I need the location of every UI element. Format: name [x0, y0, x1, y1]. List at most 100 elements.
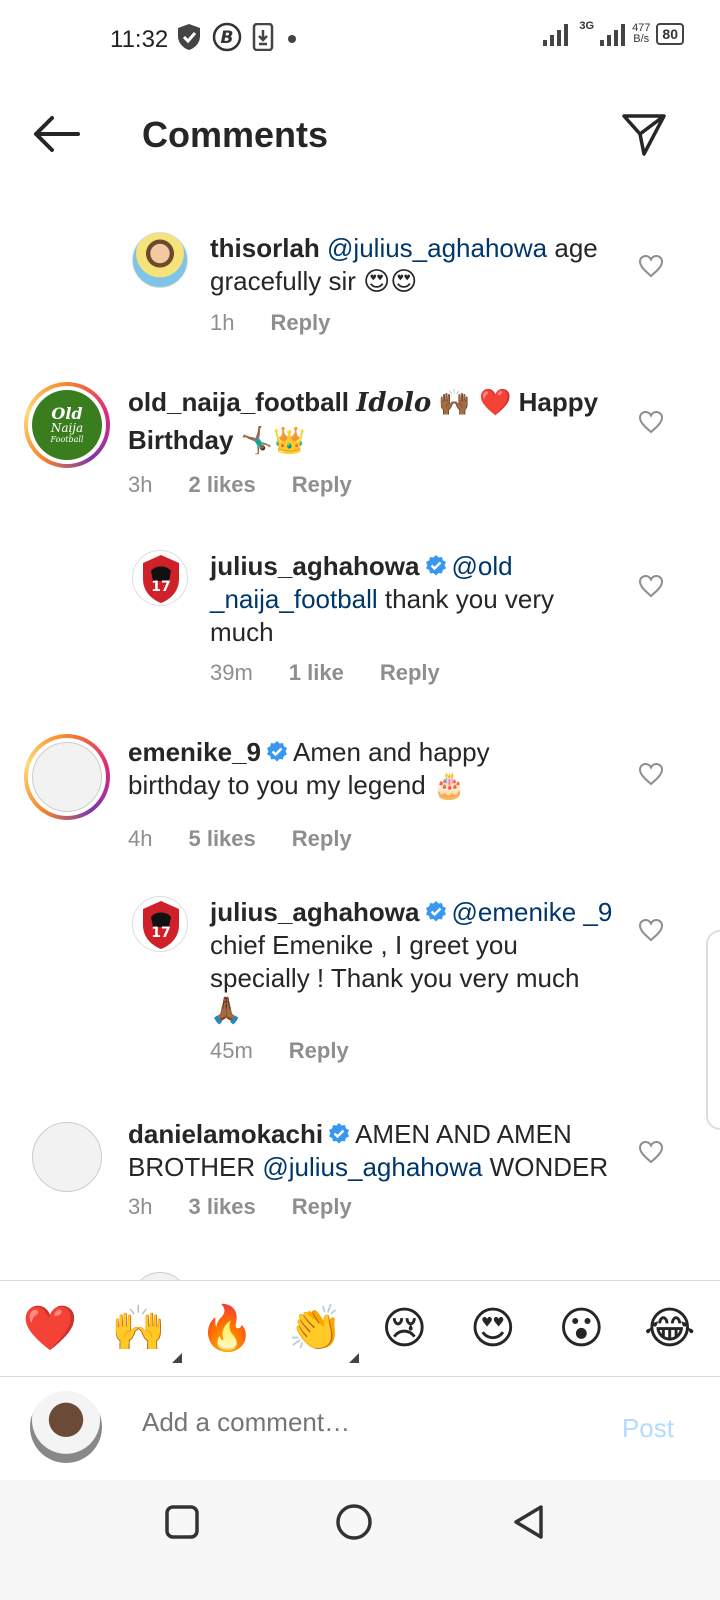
comment-username[interactable]: julius_aghahowa — [210, 551, 420, 581]
comment-text-post: WONDER — [482, 1152, 609, 1182]
reply-button[interactable]: Reply — [292, 1194, 352, 1220]
comment-meta: 45m Reply — [210, 1038, 349, 1064]
send-direct-icon[interactable] — [620, 110, 668, 158]
reaction-heart[interactable]: ❤️ — [15, 1301, 85, 1357]
comment-emoji: 🎂 — [432, 771, 466, 801]
likes-count[interactable]: 1 like — [289, 660, 344, 686]
avatar-partial[interactable] — [132, 1272, 188, 1280]
avatar-number: 17 — [151, 925, 170, 941]
skin-tone-triangle-icon — [171, 1352, 182, 1363]
comment-time: 45m — [210, 1038, 253, 1063]
comment-mention[interactable]: @julius_aghahowa — [262, 1152, 482, 1182]
reaction-clapping-glyph: 👏 — [288, 1302, 344, 1354]
comment-username[interactable]: danielamokachi — [128, 1119, 323, 1149]
comment-body: old_naija_football Idolo 🙌🏾 ❤️ Happy Bir… — [128, 384, 618, 460]
post-button[interactable]: Post — [622, 1413, 674, 1444]
status-time: 11:32 — [110, 26, 169, 53]
reply-button[interactable]: Reply — [292, 826, 352, 852]
comment-emoji: 😍😍 — [363, 267, 418, 297]
status-right: 3G 477 B/s 80 — [543, 20, 684, 46]
comments-list[interactable]: thisorlah @julius_aghahowa age gracefull… — [0, 220, 720, 1280]
page-title: Comments — [142, 114, 329, 155]
my-avatar[interactable] — [30, 1391, 102, 1463]
reaction-raising-hands[interactable]: 🙌 — [104, 1301, 182, 1363]
comment-emoji: 🙌🏾 ❤️ — [438, 388, 512, 418]
comment-meta: 3h 3 likes Reply — [128, 1194, 352, 1220]
avatar-logo-text-2: Naija — [50, 420, 84, 435]
skin-tone-triangle-icon — [348, 1352, 359, 1363]
verified-badge-icon — [266, 741, 287, 762]
comment-meta: 4h 5 likes Reply — [128, 826, 352, 852]
like-heart-icon[interactable] — [638, 410, 664, 434]
verified-badge-icon — [329, 1123, 350, 1144]
avatar[interactable]: 17 — [132, 896, 188, 952]
like-heart-icon[interactable] — [638, 918, 664, 942]
comment-emoji: 🙏🏾 — [210, 996, 243, 1026]
recents-square-icon[interactable] — [162, 1502, 202, 1542]
reaction-crying[interactable]: 😢 — [369, 1301, 439, 1357]
add-comment-bar: Post — [0, 1376, 720, 1480]
comment-body: emenike_9 Amen and happy birthday to you … — [128, 736, 548, 803]
header: Comments — [0, 96, 720, 176]
reaction-surprised[interactable]: 😮 — [546, 1301, 616, 1357]
network-speed: 477 B/s — [632, 23, 650, 45]
network-speed-unit: B/s — [633, 33, 650, 45]
signal-icon-2 — [600, 24, 626, 46]
back-arrow-icon[interactable] — [30, 112, 82, 156]
comment-text-italic: Idolo — [356, 388, 432, 418]
avatar[interactable] — [132, 232, 188, 288]
reply-button[interactable]: Reply — [270, 310, 330, 336]
quick-reactions-bar: ❤️ 🙌 🔥 👏 😢 😍 😮 😂 — [0, 1280, 720, 1376]
comment-input[interactable] — [142, 1407, 582, 1438]
comment-meta: 1h Reply — [210, 310, 330, 336]
comment-username[interactable]: thisorlah — [210, 233, 320, 263]
comment-time: 4h — [128, 826, 153, 851]
home-circle-icon[interactable] — [334, 1502, 374, 1542]
like-heart-icon[interactable] — [638, 574, 664, 598]
like-heart-icon[interactable] — [638, 762, 664, 786]
likes-count[interactable]: 2 likes — [188, 472, 255, 498]
like-heart-icon[interactable] — [638, 254, 664, 278]
likes-count[interactable]: 5 likes — [188, 826, 255, 852]
signal-icon — [543, 24, 569, 46]
avatar-logo-text-3: Football — [50, 434, 84, 444]
avatar-number: 17 — [151, 579, 170, 595]
avatar — [32, 742, 102, 812]
comment-username[interactable]: julius_aghahowa — [210, 897, 420, 927]
reaction-laughing[interactable]: 😂 — [635, 1301, 705, 1357]
reply-button[interactable]: Reply — [380, 660, 440, 686]
story-ring[interactable] — [24, 734, 110, 820]
avatar[interactable]: 17 — [132, 550, 188, 606]
avatar[interactable] — [32, 1122, 102, 1192]
back-triangle-icon[interactable] — [508, 1502, 548, 1542]
comment-mention[interactable]: @emenike _9 — [452, 897, 613, 927]
story-ring[interactable]: Old Naija Football — [24, 382, 110, 468]
dot-icon — [288, 35, 296, 43]
verified-badge-icon — [425, 901, 446, 922]
status-bar: 11:32 B 3G 477 B/s 80 — [0, 0, 720, 80]
comment-body: danielamokachi AMEN AND AMEN BROTHER @jul… — [128, 1118, 618, 1184]
comment-meta: 3h 2 likes Reply — [128, 472, 352, 498]
comment-meta: 39m 1 like Reply — [210, 660, 440, 686]
side-scroll-handle[interactable] — [706, 930, 720, 1130]
comment-time: 39m — [210, 660, 253, 685]
comment-time: 3h — [128, 1194, 153, 1219]
like-heart-icon[interactable] — [638, 1140, 664, 1164]
reaction-clapping[interactable]: 👏 — [281, 1301, 359, 1363]
comment-time: 1h — [210, 310, 235, 335]
comment-body: thisorlah @julius_aghahowa age gracefull… — [210, 232, 620, 299]
comment-username[interactable]: old_naija_football — [128, 387, 349, 417]
reaction-heart-eyes[interactable]: 😍 — [458, 1301, 528, 1357]
reaction-raising-hands-glyph: 🙌 — [111, 1302, 167, 1354]
reply-button[interactable]: Reply — [289, 1038, 349, 1064]
shield-logo-icon: 17 — [143, 555, 179, 603]
likes-count[interactable]: 3 likes — [188, 1194, 255, 1220]
status-icons-left: B — [176, 22, 300, 52]
comment-emoji-2: 🤸🏾‍♂️👑 — [240, 426, 306, 456]
shield-icon — [178, 24, 200, 50]
comment-mention[interactable]: @julius_aghahowa — [327, 233, 547, 263]
avatar: Old Naija Football — [32, 390, 102, 460]
comment-username[interactable]: emenike_9 — [128, 737, 261, 767]
reaction-fire[interactable]: 🔥 — [192, 1301, 262, 1357]
reply-button[interactable]: Reply — [292, 472, 352, 498]
